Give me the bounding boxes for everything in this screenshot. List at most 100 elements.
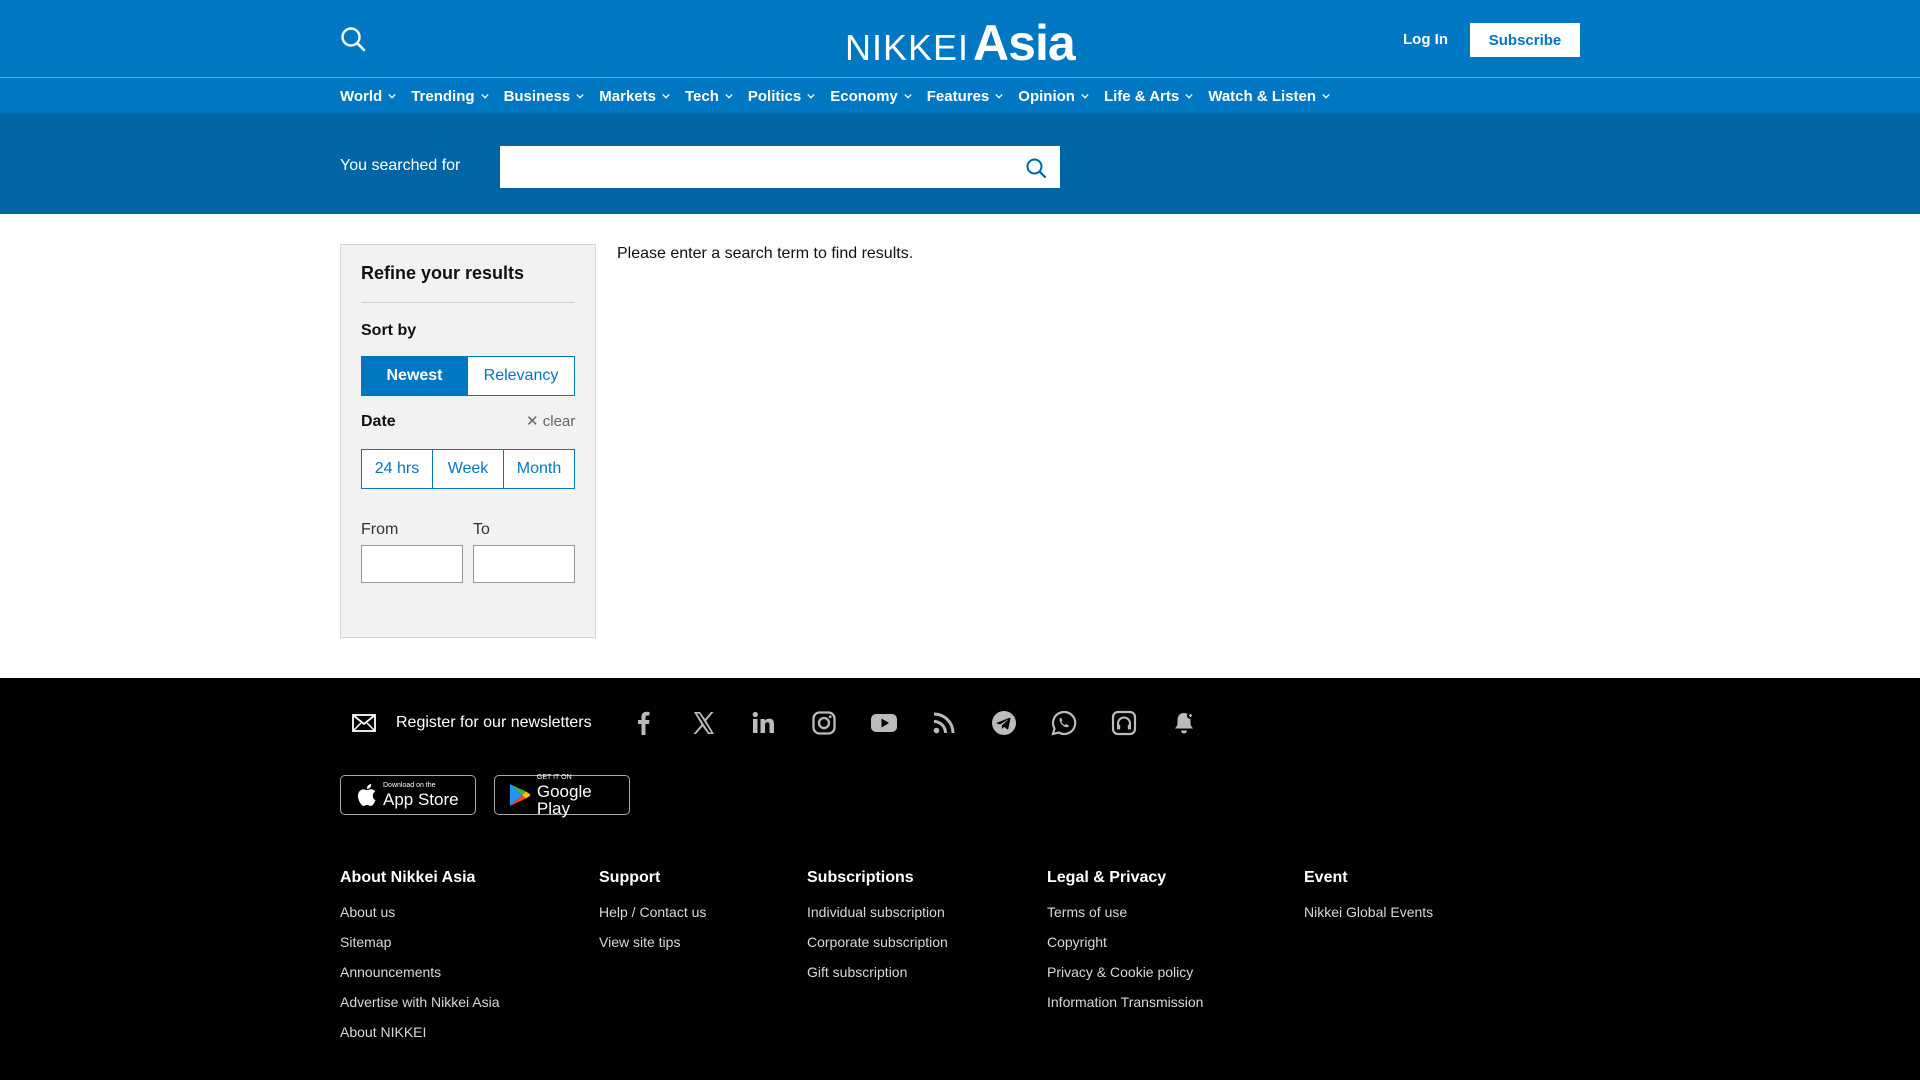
rss-icon[interactable] — [928, 708, 960, 738]
chevron-down-icon — [1081, 94, 1089, 99]
social-links — [628, 708, 1228, 738]
footer-column-support: Support Help / Contact us View site tips — [599, 869, 706, 964]
logo-nikkei-text: NIKKEI — [845, 27, 970, 68]
footer-link[interactable]: Help / Contact us — [599, 904, 706, 934]
footer: Register for our newsletters Download on… — [0, 678, 1920, 1080]
nav-item-features[interactable]: Features — [927, 88, 1004, 105]
linkedin-icon[interactable] — [748, 708, 780, 738]
nav-item-business[interactable]: Business — [504, 88, 585, 105]
newsletter-link[interactable]: Register for our newsletters — [352, 713, 592, 733]
footer-link[interactable]: Terms of use — [1047, 904, 1203, 934]
chevron-down-icon — [995, 94, 1003, 99]
date-24hrs-button[interactable]: 24 hrs — [362, 450, 433, 488]
footer-column-title: Legal & Privacy — [1047, 869, 1167, 886]
app-store-small-text: Download on the — [383, 782, 436, 789]
google-play-icon — [509, 784, 530, 806]
nav-item-economy[interactable]: Economy — [830, 88, 912, 105]
nav-item-label: World — [340, 87, 383, 105]
footer-column-title: Subscriptions — [807, 869, 914, 886]
nav-item-tech[interactable]: Tech — [685, 88, 733, 105]
footer-column-about-nikkei-asia: About Nikkei Asia About us Sitemap Announce… — [340, 869, 500, 1054]
main-nav: World Trending Business Markets Tech Politics… — [0, 77, 1920, 113]
refine-divider — [361, 302, 575, 303]
nav-item-label: Life & Arts — [1103, 87, 1180, 105]
x-icon[interactable] — [688, 708, 720, 738]
sort-toggle: Newest Relevancy — [361, 356, 575, 396]
to-label: To — [473, 521, 490, 538]
date-range-toggle: 24 hrs Week Month — [361, 449, 575, 489]
to-date-input[interactable] — [473, 545, 575, 583]
nav-item-label: Opinion — [1018, 87, 1075, 105]
nav-item-trending[interactable]: Trending — [411, 88, 489, 105]
nav-item-world[interactable]: World — [340, 88, 396, 105]
chevron-down-icon — [576, 94, 584, 99]
refine-title: Refine your results — [361, 263, 525, 283]
chevron-down-icon — [480, 94, 489, 99]
chevron-down-icon — [1322, 94, 1330, 99]
nav-list: World Trending Business Markets Tech Politics… — [340, 78, 1345, 114]
google-play-badge[interactable]: GET IT ON Google Play — [494, 774, 630, 818]
chevron-down-icon — [725, 94, 733, 99]
footer-link[interactable]: Advertise with Nikkei Asia — [340, 994, 500, 1024]
podcast-icon[interactable] — [1108, 708, 1140, 738]
footer-link[interactable]: About NIKKEI — [340, 1024, 500, 1054]
telegram-icon[interactable] — [988, 708, 1020, 738]
footer-link[interactable]: Announcements — [340, 964, 500, 994]
chevron-down-icon — [388, 94, 396, 99]
footer-link[interactable]: Privacy & Cookie policy — [1047, 964, 1203, 994]
search-submit-icon[interactable] — [1025, 157, 1047, 179]
footer-column-title: Support — [599, 869, 661, 886]
date-month-button[interactable]: Month — [504, 450, 574, 488]
sort-relevancy-button[interactable]: Relevancy — [468, 357, 574, 395]
clear-label: clear — [542, 413, 576, 430]
top-header: NIKKEI Asia Log In Subscribe — [0, 0, 1920, 77]
sort-by-label: Sort by — [361, 322, 417, 339]
empty-results-message: Please enter a search term to find resul… — [617, 245, 914, 262]
chevron-down-icon — [904, 94, 912, 99]
footer-column-title: Event — [1304, 869, 1348, 886]
nav-item-watch-listen[interactable]: Watch & Listen — [1208, 88, 1330, 105]
search-band: You searched for — [0, 113, 1920, 214]
footer-link[interactable]: View site tips — [599, 934, 706, 964]
search-field — [500, 146, 1060, 188]
footer-link[interactable]: Corporate subscription — [807, 934, 948, 964]
sort-newest-button[interactable]: Newest — [362, 357, 468, 395]
whatsapp-icon[interactable] — [1048, 708, 1080, 738]
instagram-icon[interactable] — [808, 708, 840, 738]
nav-item-life-arts[interactable]: Life & Arts — [1104, 88, 1193, 105]
footer-link[interactable]: About us — [340, 904, 500, 934]
chevron-down-icon — [807, 94, 815, 99]
search-input[interactable] — [501, 147, 1059, 187]
nav-item-label: Markets — [599, 87, 656, 105]
footer-link[interactable]: Individual subscription — [807, 904, 948, 934]
envelope-icon — [352, 714, 376, 732]
app-store-big-text: App Store — [383, 790, 459, 809]
nav-item-opinion[interactable]: Opinion — [1018, 88, 1089, 105]
nav-item-markets[interactable]: Markets — [599, 88, 670, 105]
logo-asia-text: Asia — [973, 15, 1076, 71]
footer-column-subscriptions: Subscriptions Individual subscription Corp… — [807, 869, 948, 994]
facebook-icon[interactable] — [628, 708, 660, 738]
nikkei-asia-logo[interactable]: NIKKEI Asia — [845, 14, 1076, 71]
footer-link[interactable]: Information Transmission — [1047, 994, 1203, 1024]
subscribe-button[interactable]: Subscribe — [1470, 23, 1580, 57]
date-label: Date — [361, 413, 396, 430]
refine-panel: Refine your results Sort by Newest Relev… — [340, 244, 596, 638]
clear-date-button[interactable]: ✕ clear — [526, 412, 575, 430]
footer-link[interactable]: Nikkei Global Events — [1304, 904, 1433, 934]
google-play-big-text: Google Play — [536, 781, 592, 818]
login-link[interactable]: Log In — [1403, 31, 1448, 48]
search-icon[interactable] — [339, 25, 367, 53]
notification-bell-icon[interactable] — [1168, 708, 1200, 738]
youtube-icon[interactable] — [868, 708, 900, 738]
footer-link[interactable]: Sitemap — [340, 934, 500, 964]
from-date-input[interactable] — [361, 545, 463, 583]
app-store-badge[interactable]: Download on the App Store — [340, 775, 476, 815]
nav-item-label: Features — [926, 87, 990, 105]
chevron-down-icon — [1185, 94, 1193, 99]
footer-link[interactable]: Gift subscription — [807, 964, 948, 994]
footer-link[interactable]: Copyright — [1047, 934, 1203, 964]
date-week-button[interactable]: Week — [433, 450, 504, 488]
nav-item-politics[interactable]: Politics — [748, 88, 815, 105]
chevron-down-icon — [662, 94, 670, 99]
